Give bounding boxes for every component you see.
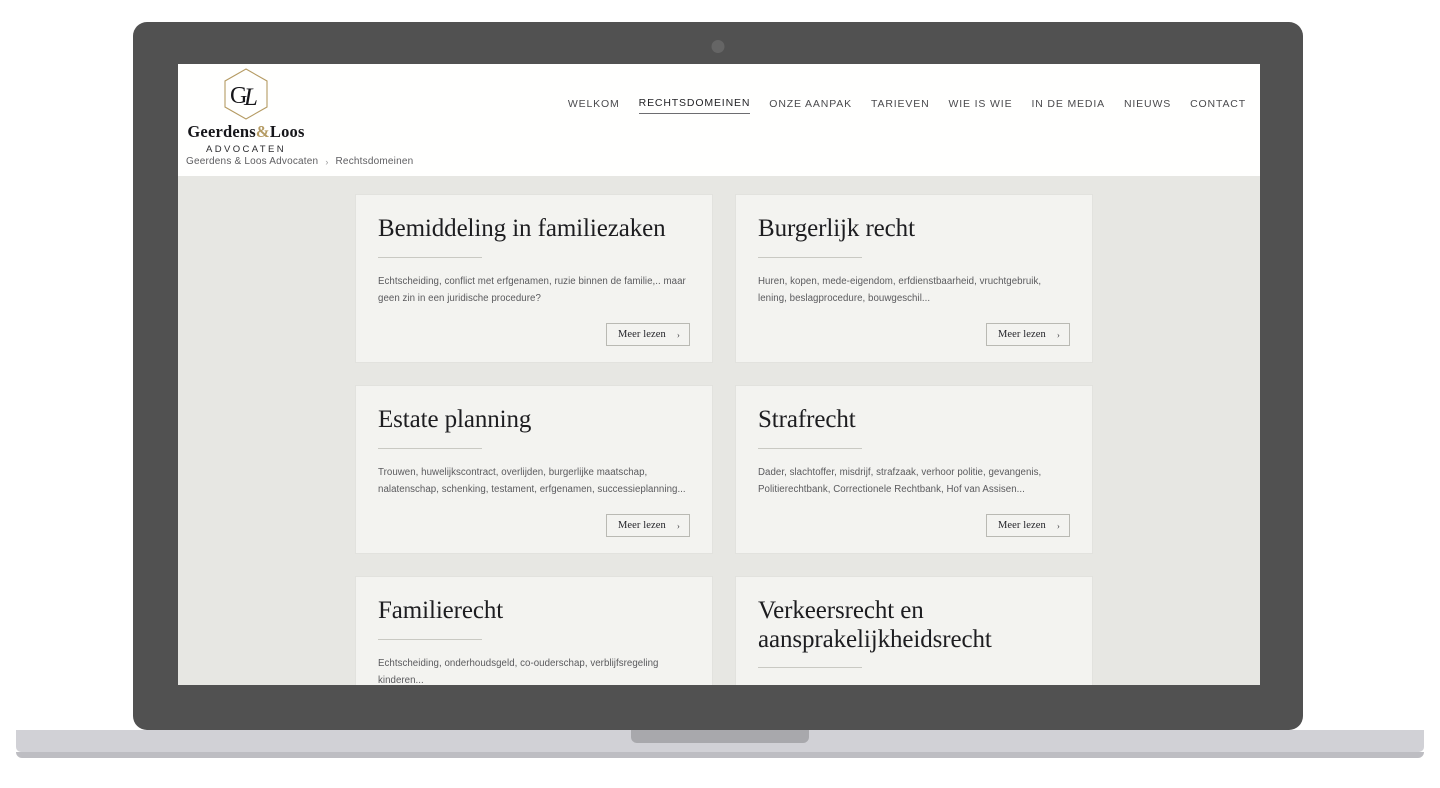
nav-item-onze-aanpak[interactable]: ONZE AANPAK [769,98,852,114]
card-title: Burgerlijk recht [758,215,915,242]
chevron-right-icon: › [1056,329,1060,340]
practice-area-card-familierecht[interactable]: Familierecht Echtscheiding, onderhoudsge… [355,576,713,685]
card-divider [378,447,482,449]
read-more-button[interactable]: Meer lezen › [605,323,690,347]
webcam-icon [711,40,725,53]
breadcrumb-current-page: Rechtsdomeinen [335,156,414,167]
card-description: Echtscheiding, onderhoudsgeld, co-ouders… [378,657,659,685]
read-more-label: Meer lezen [617,520,666,532]
read-more-label: Meer lezen [997,329,1046,341]
nav-item-wie-is-wie[interactable]: WIE IS WIE [949,98,1013,114]
main-navigation: WELKOM RECHTSDOMEINEN ONZE AANPAK TARIEV… [568,97,1246,114]
card-title: Bemiddeling in familiezaken [378,215,666,242]
svg-text:L: L [243,84,258,111]
card-description: Rood licht, snelheidsovertreding, niet-v… [758,683,1070,685]
chevron-right-icon: › [676,520,680,531]
browser-viewport: G L Geerdens&Loos ADVOCATEN WELKOM RECHT… [178,64,1260,685]
card-description: Echtscheiding, conflict met erfgenamen, … [378,275,686,304]
logo-subtitle: ADVOCATEN [205,144,286,155]
card-divider [758,447,862,449]
logo-ampersand: & [255,122,270,141]
card-divider [378,638,482,640]
card-footer: Meer lezen › [758,498,1070,538]
practice-areas-section: Bemiddeling in familiezaken Echtscheidin… [178,176,1260,685]
practice-areas-column-right: Burgerlijk recht Huren, kopen, mede-eige… [735,194,1093,685]
card-title: Verkeersrecht en aansprakelijkheidsrecht [758,597,992,653]
breadcrumb: Geerdens & Loos Advocaten › Rechtsdomein… [178,147,1260,176]
nav-item-contact[interactable]: CONTACT [1190,98,1246,114]
practice-area-card-estate-planning[interactable]: Estate planning Trouwen, huwelijkscontra… [355,385,713,555]
breadcrumb-separator-icon: › [325,156,329,167]
site-logo[interactable]: G L Geerdens&Loos ADVOCATEN [186,67,306,155]
nav-item-welkom[interactable]: WELKOM [568,98,620,114]
card-title: Strafrecht [758,406,856,434]
read-more-label: Meer lezen [617,329,666,341]
logo-name-part2: Loos [269,122,305,141]
logo-name-part1: Geerdens [187,122,256,141]
nav-item-in-de-media[interactable]: IN DE MEDIA [1031,98,1105,114]
card-divider [378,256,482,258]
nav-item-rechtsdomeinen[interactable]: RECHTSDOMEINEN [638,97,751,114]
card-description: Dader, slachtoffer, misdrijf, strafzaak,… [758,466,1042,495]
laptop-trackpad-notch [631,730,809,743]
nav-item-tarieven[interactable]: TARIEVEN [871,98,930,114]
practice-areas-column-left: Bemiddeling in familiezaken Echtscheidin… [355,194,713,685]
practice-area-card-strafrecht[interactable]: Strafrecht Dader, slachtoffer, misdrijf,… [735,385,1093,555]
nav-item-nieuws[interactable]: NIEUWS [1124,98,1171,114]
read-more-button[interactable]: Meer lezen › [985,323,1070,347]
laptop-base-shadow [16,752,1424,758]
chevron-right-icon: › [676,329,680,340]
card-description: Trouwen, huwelijkscontract, overlijden, … [378,466,686,495]
card-title: Estate planning [378,406,532,434]
card-divider [758,256,862,258]
card-footer: Meer lezen › [378,307,690,347]
logo-wordmark: Geerdens&Loos [186,122,306,142]
card-description: Huren, kopen, mede-eigendom, erfdienstba… [758,275,1042,304]
read-more-button[interactable]: Meer lezen › [985,514,1070,538]
chevron-right-icon: › [1056,520,1060,531]
practice-areas-grid: Bemiddeling in familiezaken Echtscheidin… [355,194,1093,685]
card-footer: Meer lezen › [758,307,1070,347]
card-footer: Meer lezen › [378,498,690,538]
breadcrumb-home-link[interactable]: Geerdens & Loos Advocaten [186,156,318,167]
practice-area-card-bemiddeling[interactable]: Bemiddeling in familiezaken Echtscheidin… [355,194,713,364]
practice-area-card-verkeersrecht[interactable]: Verkeersrecht en aansprakelijkheidsrecht… [735,576,1093,685]
practice-area-card-burgerlijk-recht[interactable]: Burgerlijk recht Huren, kopen, mede-eige… [735,194,1093,364]
card-title: Familierecht [378,597,504,625]
card-divider [758,667,862,669]
read-more-button[interactable]: Meer lezen › [605,514,690,538]
site-header: G L Geerdens&Loos ADVOCATEN WELKOM RECHT… [178,64,1260,155]
hexagon-monogram-gl-icon: G L [222,67,270,121]
read-more-label: Meer lezen [997,520,1046,532]
